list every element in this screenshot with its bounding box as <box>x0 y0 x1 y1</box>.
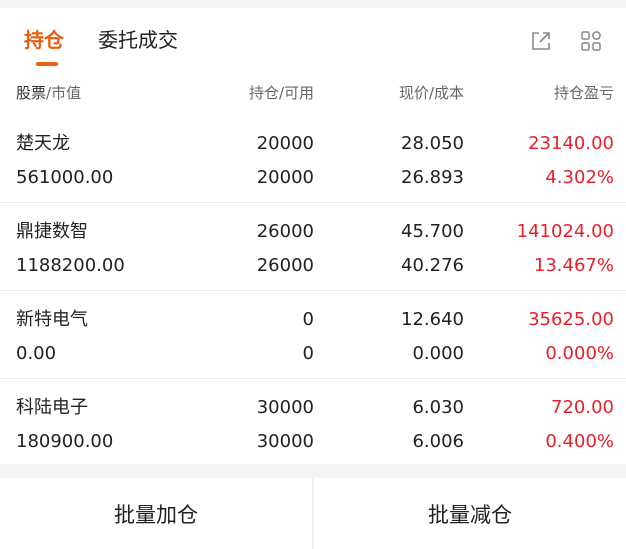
available-qty: 0 <box>302 343 314 364</box>
cost-price: 40.276 <box>401 255 464 276</box>
position-row[interactable]: 科陆电子 180900.00 30000 30000 6.030 6.006 7… <box>0 378 626 466</box>
market-value: 180900.00 <box>16 431 114 452</box>
grid-icon[interactable] <box>580 30 602 52</box>
available-qty: 26000 <box>256 255 314 276</box>
current-price: 28.050 <box>401 133 464 154</box>
tab-holdings[interactable]: 持仓 <box>24 26 64 54</box>
stock-name: 楚天龙 <box>16 133 70 154</box>
cost-price: 0.000 <box>412 343 464 364</box>
holding-qty: 26000 <box>256 221 314 242</box>
cost-price: 6.006 <box>412 431 464 452</box>
holding-qty: 20000 <box>256 133 314 154</box>
cost-price: 26.893 <box>401 167 464 188</box>
header-holding: 持仓/可用 <box>248 84 314 102</box>
market-value: 0.00 <box>16 343 57 364</box>
current-price: 45.700 <box>401 221 464 242</box>
tab-bar: 持仓 委托成交 <box>0 8 626 68</box>
pnl-percent: 4.302% <box>545 167 614 188</box>
current-price: 6.030 <box>412 397 464 418</box>
stock-name: 新特电气 <box>16 309 88 330</box>
batch-reduce-button[interactable]: 批量减仓 <box>314 478 626 549</box>
table-header: 股票/市值 持仓/可用 现价/成本 持仓盈亏 <box>0 78 626 108</box>
pnl-amount: 23140.00 <box>528 133 614 154</box>
tab-orders[interactable]: 委托成交 <box>98 26 178 54</box>
stock-name: 科陆电子 <box>16 397 88 418</box>
market-value: 561000.00 <box>16 167 114 188</box>
header-stock: 股票/市值 <box>16 84 82 102</box>
holding-qty: 30000 <box>256 397 314 418</box>
pnl-amount: 35625.00 <box>528 309 614 330</box>
available-qty: 20000 <box>256 167 314 188</box>
market-value: 1188200.00 <box>16 255 125 276</box>
header-price: 现价/成本 <box>398 84 464 102</box>
pnl-percent: 0.400% <box>545 431 614 452</box>
header-pnl: 持仓盈亏 <box>553 84 614 102</box>
batch-add-button[interactable]: 批量加仓 <box>0 478 312 549</box>
export-icon[interactable] <box>530 30 552 52</box>
position-row[interactable]: 新特电气 0.00 0 0 12.640 0.000 35625.00 0.00… <box>0 290 626 378</box>
pnl-percent: 13.467% <box>533 255 614 276</box>
position-row[interactable]: 楚天龙 561000.00 20000 20000 28.050 26.893 … <box>0 114 626 202</box>
position-row[interactable]: 鼎捷数智 1188200.00 26000 26000 45.700 40.27… <box>0 202 626 290</box>
batch-action-bar: 批量加仓 批量减仓 <box>0 478 626 549</box>
holding-qty: 0 <box>302 309 314 330</box>
pnl-amount: 141024.00 <box>516 221 614 242</box>
positions-panel: 持仓 委托成交 股票/市值 持仓/可用 现价/成本 持仓盈亏 楚天龙 56100… <box>0 8 626 464</box>
tab-active-indicator <box>36 62 58 66</box>
pnl-amount: 720.00 <box>551 397 614 418</box>
available-qty: 30000 <box>256 431 314 452</box>
stock-name: 鼎捷数智 <box>16 221 88 242</box>
pnl-percent: 0.000% <box>545 343 614 364</box>
current-price: 12.640 <box>401 309 464 330</box>
top-strip <box>0 0 626 8</box>
